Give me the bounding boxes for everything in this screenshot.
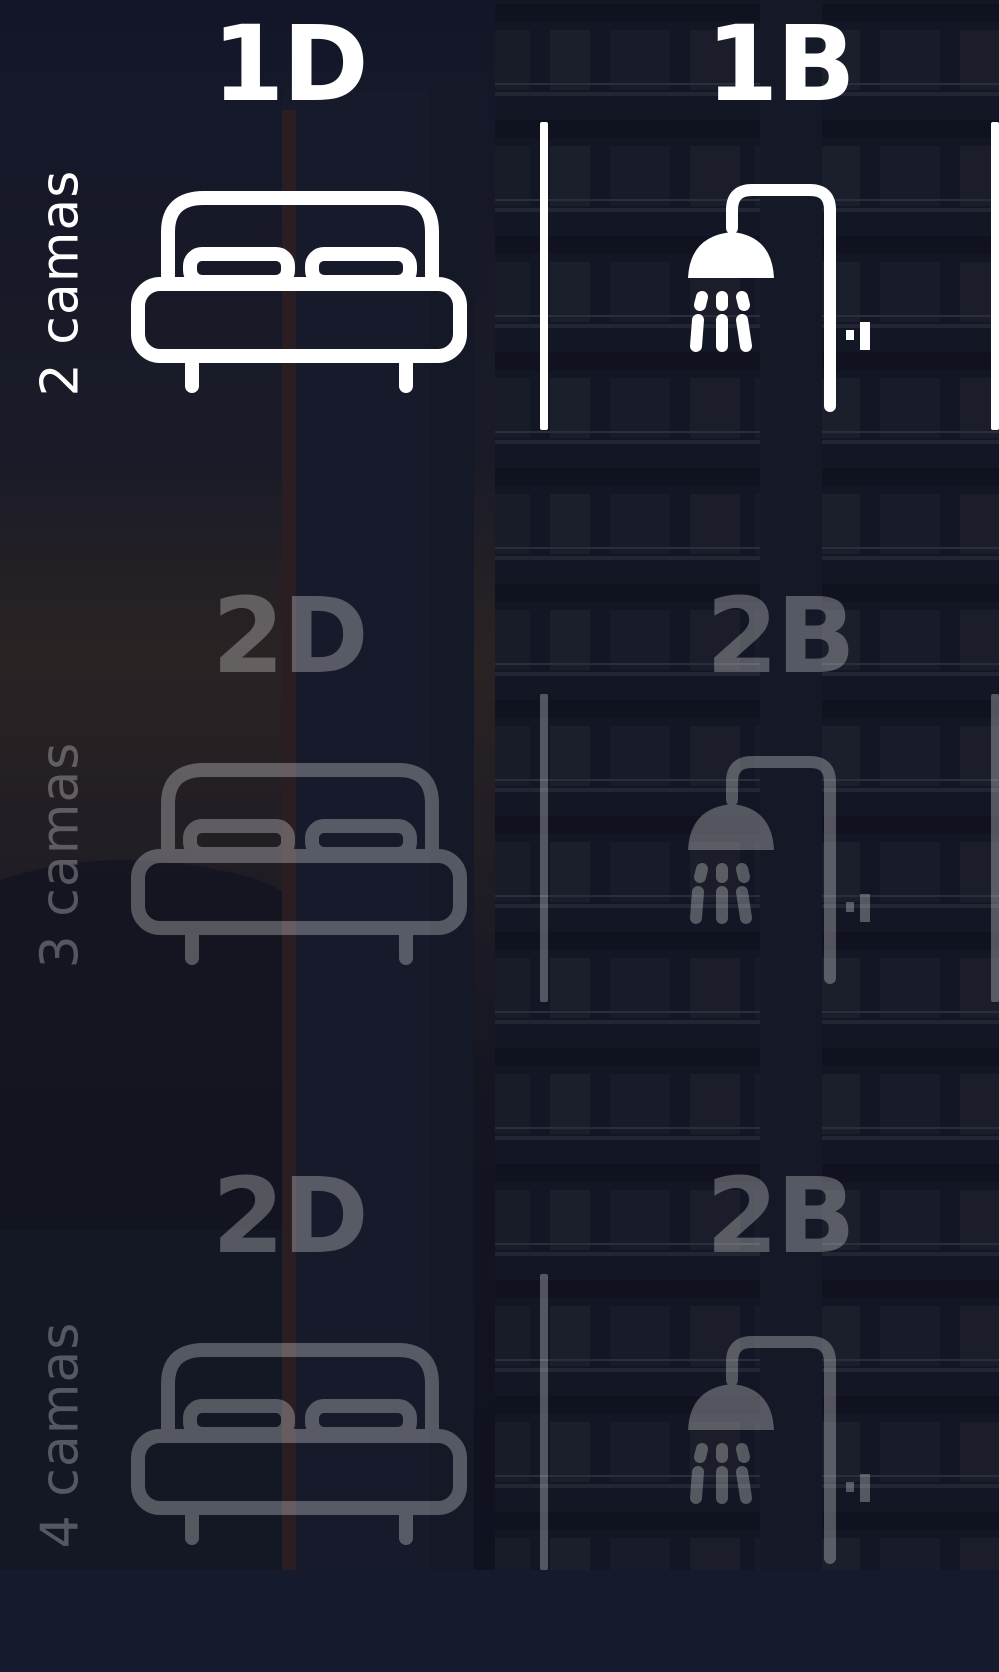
bath-code: 2B <box>706 575 856 697</box>
dorm-code: 2D <box>212 575 369 697</box>
beds-label: 2 camas <box>30 169 90 397</box>
divider-left <box>540 1274 548 1570</box>
divider-left <box>540 694 548 1002</box>
divider-right <box>991 694 999 1002</box>
shower-icon <box>688 184 870 412</box>
unit-option-3-camas[interactable]: 3 camas 2D 2B <box>0 572 999 1092</box>
unit-option-4-camas[interactable]: 4 camas 2D 2B <box>0 1152 999 1672</box>
shower-icon <box>688 756 870 984</box>
double-bed-icon <box>131 191 467 393</box>
double-bed-icon <box>131 1343 467 1545</box>
dorm-code: 2D <box>212 1155 369 1277</box>
double-bed-icon <box>131 763 467 965</box>
divider-left <box>540 122 548 430</box>
shower-icon <box>688 1336 870 1564</box>
beds-label-container: 2 camas <box>20 148 100 418</box>
bath-code: 1B <box>706 3 856 125</box>
beds-label: 4 camas <box>30 1321 90 1549</box>
beds-label: 3 camas <box>30 741 90 969</box>
beds-label-container: 3 camas <box>20 720 100 990</box>
beds-label-container: 4 camas <box>20 1300 100 1570</box>
dorm-code: 1D <box>212 3 369 125</box>
bath-code: 2B <box>706 1155 856 1277</box>
unit-option-2-camas[interactable]: 2 camas 1D 1B <box>0 0 999 520</box>
divider-right <box>991 122 999 430</box>
